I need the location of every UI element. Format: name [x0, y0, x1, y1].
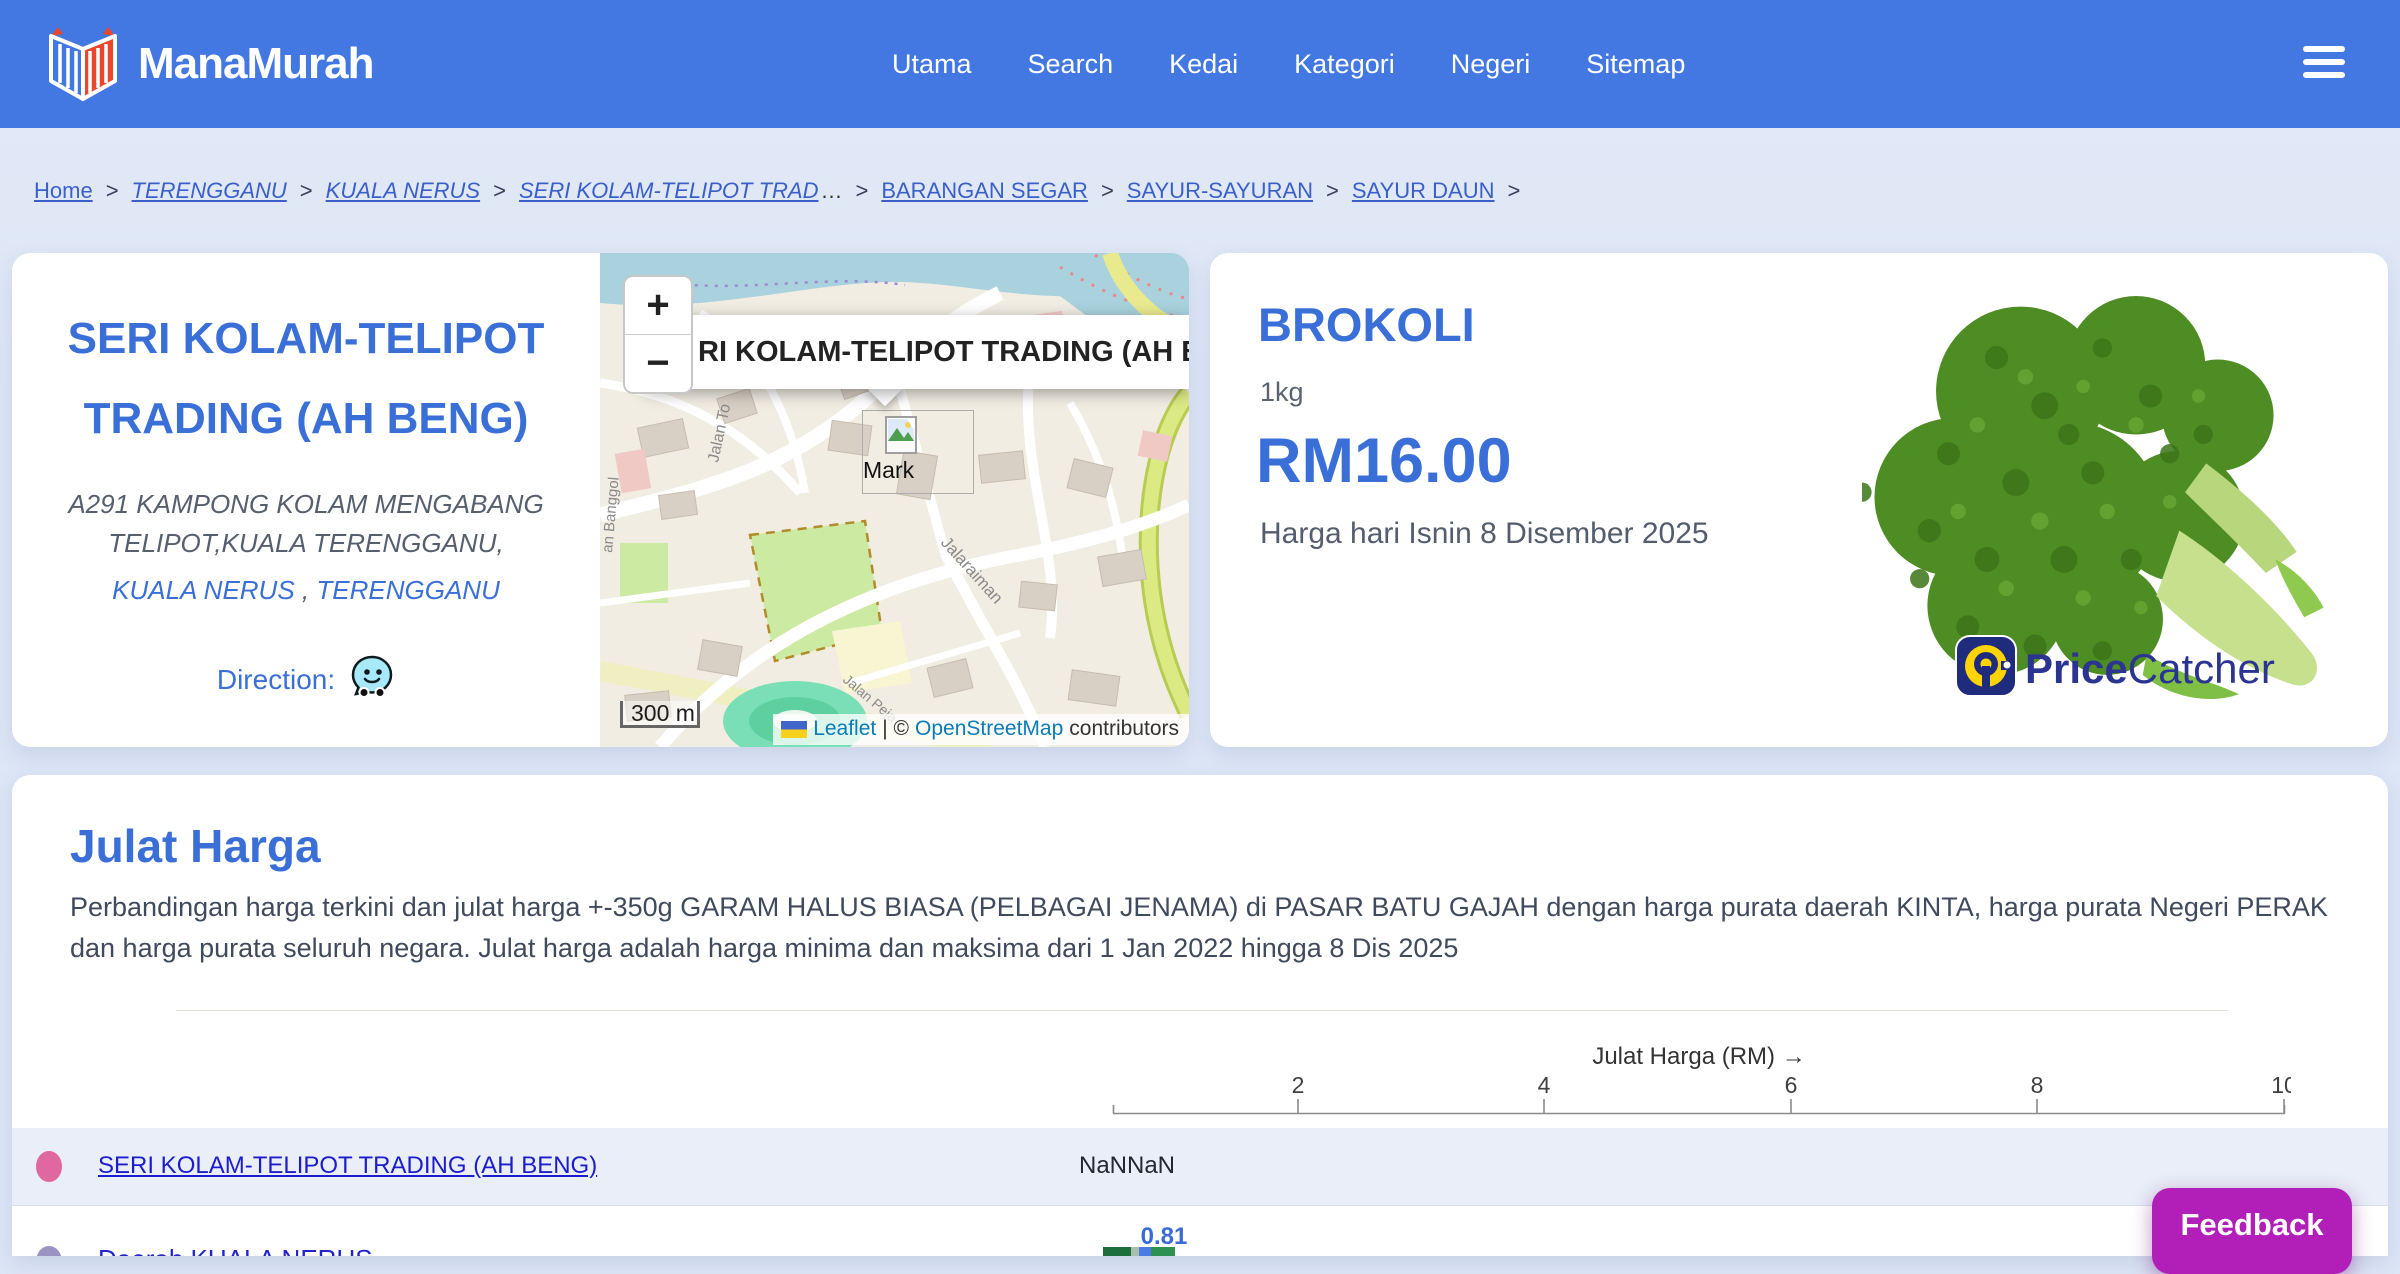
breadcrumb-separator: >	[106, 178, 119, 204]
axis-tick-label: 4	[1538, 1075, 1551, 1098]
store-card: SERI KOLAM-TELIPOT TRADING (AH BENG) A29…	[12, 253, 1189, 747]
page: ManaMurah Utama Search Kedai Kategori Ne…	[0, 0, 2400, 1256]
map-marker[interactable]: Mark	[862, 410, 974, 494]
marker-alt-text: Mark	[863, 457, 914, 484]
product-unit: 1kg	[1260, 377, 1304, 408]
breadcrumb-item-group[interactable]: SAYUR DAUN	[1352, 178, 1495, 204]
leaflet-link[interactable]: Leaflet	[813, 717, 876, 741]
nav-kategori[interactable]: Kategori	[1294, 49, 1395, 80]
brand-name: ManaMurah	[138, 39, 373, 89]
product-name: BROKOLI	[1258, 297, 1475, 352]
breadcrumb-separator: >	[1508, 178, 1521, 204]
breadcrumb-state[interactable]: TERENGGANU	[132, 178, 287, 204]
state-link[interactable]: TERENGGANU	[316, 575, 499, 605]
hamburger-menu-icon[interactable]	[2303, 46, 2345, 85]
pricecatcher-watermark: PriceCatcher	[1955, 635, 2275, 702]
breadcrumb-separator: >	[300, 178, 313, 204]
price-axis: 2 4 6 8 10	[1101, 1075, 2291, 1117]
map-zoom-control: + −	[623, 275, 693, 394]
manamurah-logo-icon	[46, 21, 120, 108]
main-nav: Utama Search Kedai Kategori Negeri Sitem…	[892, 0, 1685, 128]
map-popup-text: RI KOLAM-TELIPOT TRADING (AH BENG)	[698, 336, 1189, 369]
store-title: SERI KOLAM-TELIPOT TRADING (AH BENG)	[12, 299, 600, 459]
product-card: BROKOLI 1kg RM16.00 Harga hari Isnin 8 D…	[1210, 253, 2388, 747]
breadcrumb-category[interactable]: BARANGAN SEGAR	[881, 178, 1088, 204]
section-description: Perbandingan harga terkini dan julat har…	[70, 887, 2365, 968]
map-attribution: Leaflet | © OpenStreetMap contributors	[773, 714, 1189, 745]
direction-row: Direction:	[12, 654, 600, 705]
openstreetmap-link[interactable]: OpenStreetMap	[915, 717, 1063, 741]
breadcrumb-store[interactable]: SERI KOLAM-TELIPOT TRAD	[519, 178, 819, 204]
product-price-date: Harga hari Isnin 8 Disember 2025	[1260, 517, 1709, 551]
header: ManaMurah Utama Search Kedai Kategori Ne…	[0, 0, 2400, 128]
store-info: SERI KOLAM-TELIPOT TRADING (AH BENG) A29…	[12, 253, 600, 747]
breadcrumb-home[interactable]: Home	[34, 178, 93, 204]
nav-search[interactable]: Search	[1028, 49, 1114, 80]
breadcrumb-separator: >	[855, 178, 868, 204]
pricecatcher-logo-icon	[1955, 635, 2017, 702]
map-popup: RI KOLAM-TELIPOT TRADING (AH BENG)	[640, 315, 1189, 389]
breadcrumb-subcategory[interactable]: SAYUR-SAYURAN	[1127, 178, 1313, 204]
attribution-divider: | ©	[882, 717, 909, 741]
chart-row-district-link[interactable]: Daerah KUALA NERUS	[98, 1244, 373, 1256]
breadcrumb: Home > TERENGGANU > KUALA NERUS > SERI K…	[34, 178, 1533, 204]
store-links: KUALA NERUS , TERENGGANU	[12, 575, 600, 606]
section-heading: Julat Harga	[70, 819, 321, 873]
nav-kedai[interactable]: Kedai	[1169, 49, 1238, 80]
pricecatcher-text: PriceCatcher	[2025, 645, 2275, 693]
zoom-out-button[interactable]: −	[625, 335, 691, 392]
nav-negeri[interactable]: Negeri	[1451, 49, 1531, 80]
zoom-in-button[interactable]: +	[625, 277, 691, 334]
nav-utama[interactable]: Utama	[892, 49, 972, 80]
series-dot-store	[36, 1151, 62, 1182]
product-price: RM16.00	[1256, 425, 1512, 497]
breadcrumb-ellipsis: …	[820, 178, 842, 204]
store-address: A291 KAMPONG KOLAM MENGABANG TELIPOT,KUA…	[12, 485, 600, 563]
map-scale: 300 m	[620, 701, 700, 728]
waze-icon[interactable]	[349, 654, 395, 705]
breadcrumb-district[interactable]: KUALA NERUS	[326, 178, 480, 204]
series-dot-district	[36, 1246, 62, 1256]
chart-row-store: SERI KOLAM-TELIPOT TRADING (AH BENG) NaN…	[12, 1128, 2388, 1206]
chart-row-store-link[interactable]: SERI KOLAM-TELIPOT TRADING (AH BENG)	[98, 1152, 597, 1180]
feedback-button[interactable]: Feedback	[2152, 1188, 2352, 1274]
breadcrumb-separator: >	[493, 178, 506, 204]
price-range-bar	[1103, 1247, 1175, 1256]
direction-label: Direction:	[217, 664, 335, 696]
ukraine-flag-icon	[781, 721, 807, 738]
breadcrumb-separator: >	[1101, 178, 1114, 204]
chart-row-store-value: NaNNaN	[1022, 1152, 1232, 1180]
broken-image-icon	[885, 416, 917, 454]
axis-tick-label: 6	[1785, 1075, 1798, 1098]
price-range-card: Julat Harga Perbandingan harga terkini d…	[12, 775, 2388, 1256]
axis-tick-label: 2	[1292, 1075, 1305, 1098]
breadcrumb-separator: >	[1326, 178, 1339, 204]
leaflet-map[interactable]: Jalan To an Banggol Jalaraiman Jalan Pej…	[600, 253, 1189, 747]
divider	[176, 1010, 2228, 1011]
chart-row-district: Daerah KUALA NERUS 0.81	[12, 1206, 2388, 1256]
axis-tick-label: 10	[2271, 1075, 2291, 1098]
comma: ,	[302, 575, 309, 605]
attribution-suffix: contributors	[1069, 717, 1179, 741]
axis-tick-label: 8	[2031, 1075, 2044, 1098]
district-link[interactable]: KUALA NERUS	[112, 575, 295, 605]
axis-title: Julat Harga (RM) →	[1509, 1043, 1889, 1071]
brand-logo[interactable]: ManaMurah	[46, 0, 373, 128]
nav-sitemap[interactable]: Sitemap	[1586, 49, 1685, 80]
